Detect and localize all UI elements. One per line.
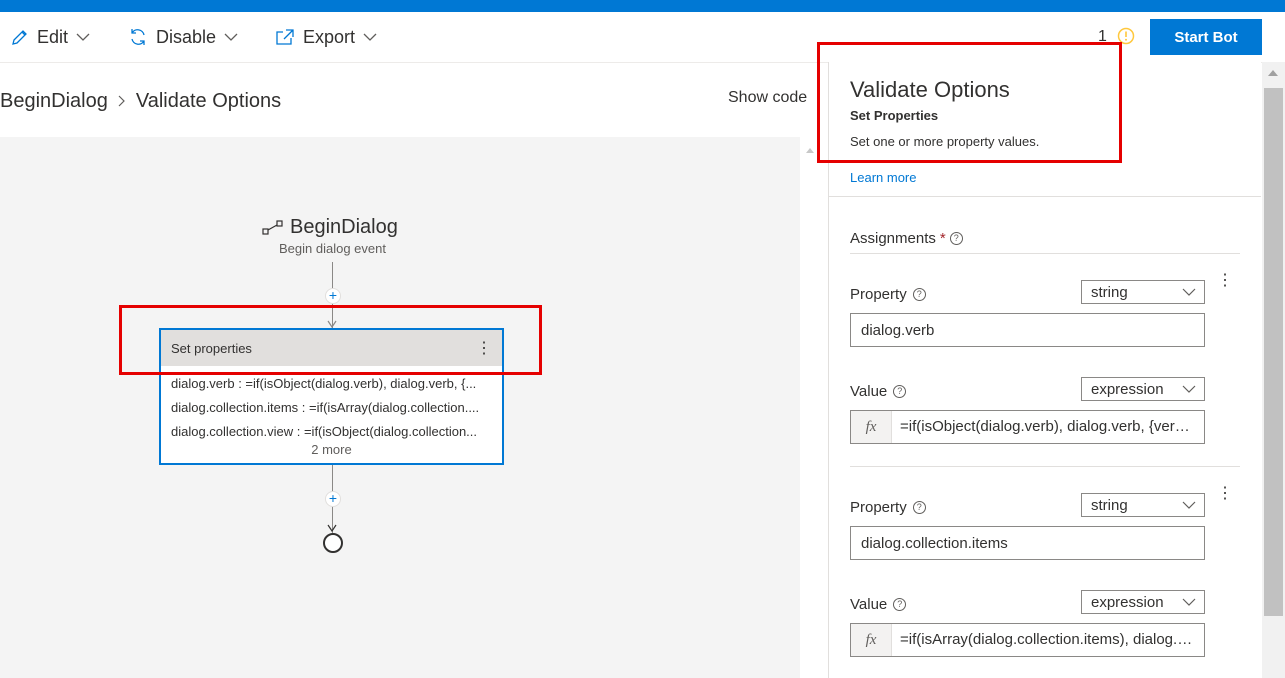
- card-assignment-line: dialog.collection.items : =if(isArray(di…: [171, 400, 480, 415]
- card-more-count: 2 more: [311, 442, 352, 457]
- card-assignment-line: dialog.collection.view : =if(isObject(di…: [171, 424, 478, 439]
- assignment-more-icon[interactable]: ⋮: [1217, 483, 1233, 503]
- add-action-plus-icon[interactable]: +: [325, 491, 341, 507]
- export-menu[interactable]: Export: [275, 25, 377, 49]
- chevron-down-icon: [1182, 501, 1196, 509]
- panel-title: Validate Options: [850, 77, 1010, 102]
- trigger-subtitle: Begin dialog event: [279, 241, 386, 256]
- start-bot-button[interactable]: Start Bot: [1150, 19, 1262, 55]
- property-label-text: Property: [850, 286, 907, 303]
- panel-description: Set one or more property values.: [850, 134, 1040, 149]
- notification-count[interactable]: 1: [1098, 28, 1107, 46]
- scrollbar-thumb[interactable]: [1264, 88, 1283, 616]
- arrow-down-icon: [327, 524, 337, 532]
- chevron-down-icon: [363, 33, 377, 41]
- property-input[interactable]: [850, 313, 1205, 347]
- disable-label: Disable: [156, 26, 217, 47]
- separator: [850, 253, 1240, 254]
- value-label-text: Value: [850, 596, 888, 613]
- export-icon: [276, 29, 294, 45]
- trigger-node[interactable]: BeginDialog: [262, 216, 398, 239]
- refresh-icon: [131, 29, 145, 45]
- flow-trigger-icon: [262, 219, 283, 235]
- help-icon[interactable]: ?: [893, 598, 907, 611]
- card-header: Set properties ⋮: [161, 330, 502, 366]
- help-icon[interactable]: ?: [912, 288, 926, 301]
- trigger-title: BeginDialog: [290, 216, 398, 238]
- warning-icon[interactable]: [1117, 27, 1135, 45]
- panel-subtitle: Set Properties: [850, 108, 939, 123]
- property-label: Property ?: [850, 286, 926, 303]
- help-icon[interactable]: ?: [949, 232, 963, 245]
- add-action-plus-icon[interactable]: +: [325, 288, 341, 304]
- value-type-value: expression: [1091, 593, 1164, 611]
- separator: [850, 466, 1240, 467]
- edit-menu[interactable]: Edit: [11, 25, 90, 49]
- value-type-select[interactable]: expression: [1081, 377, 1205, 401]
- required-mark: *: [939, 230, 946, 247]
- export-label: Export: [303, 26, 356, 47]
- value-expression-text: =if(isObject(dialog.verb), dialog.verb, …: [900, 418, 1204, 435]
- value-expression-input[interactable]: fx =if(isArray(dialog.collection.items),…: [850, 623, 1205, 657]
- disable-menu[interactable]: Disable: [128, 25, 238, 49]
- chevron-down-icon: [1182, 598, 1196, 606]
- value-expression-text: =if(isArray(dialog.collection.items), di…: [900, 631, 1204, 648]
- value-type-select[interactable]: expression: [1081, 590, 1205, 614]
- value-expression-input[interactable]: fx =if(isObject(dialog.verb), dialog.ver…: [850, 410, 1205, 444]
- property-type-value: string: [1091, 496, 1128, 514]
- assignment-more-icon[interactable]: ⋮: [1217, 270, 1233, 290]
- show-code-link[interactable]: Show code: [728, 89, 807, 107]
- chevron-down-icon: [1182, 385, 1196, 393]
- card-title: Set properties: [171, 340, 252, 356]
- value-label: Value ?: [850, 383, 907, 400]
- chevron-down-icon: [1182, 288, 1196, 296]
- property-label: Property ?: [850, 499, 926, 516]
- card-assignment-line: dialog.verb : =if(isObject(dialog.verb),…: [171, 376, 477, 391]
- edit-label: Edit: [37, 26, 69, 47]
- arrow-down-icon: [327, 320, 337, 328]
- assignments-text: Assignments: [850, 230, 936, 247]
- toolbar: Edit Disable Export 1 Start Bot: [0, 12, 1285, 63]
- end-node-circle: [323, 533, 343, 553]
- breadcrumb-item-current: Validate Options: [135, 89, 282, 112]
- chevron-right-icon: [118, 90, 126, 113]
- property-input[interactable]: [850, 526, 1205, 560]
- scroll-up-icon[interactable]: [1268, 70, 1278, 76]
- property-type-value: string: [1091, 283, 1128, 301]
- assignments-label: Assignments * ?: [850, 230, 963, 247]
- properties-panel: Validate Options Set Properties Set one …: [828, 62, 1261, 678]
- value-label-text: Value: [850, 383, 888, 400]
- property-type-select[interactable]: string: [1081, 280, 1205, 304]
- panel-divider: [829, 196, 1261, 197]
- set-properties-card[interactable]: Set properties ⋮ dialog.verb : =if(isObj…: [159, 328, 504, 465]
- breadcrumb-item-begindialog[interactable]: BeginDialog: [0, 90, 108, 113]
- property-type-select[interactable]: string: [1081, 493, 1205, 517]
- help-icon[interactable]: ?: [893, 385, 907, 398]
- fx-icon: fx: [851, 624, 892, 656]
- chevron-down-icon: [224, 33, 238, 41]
- more-options-icon[interactable]: ⋮: [476, 338, 492, 358]
- property-label-text: Property: [850, 499, 907, 516]
- help-icon[interactable]: ?: [912, 501, 926, 514]
- breadcrumb: BeginDialog Validate Options: [0, 88, 281, 114]
- value-type-value: expression: [1091, 380, 1164, 398]
- top-accent-bar: [0, 0, 1285, 12]
- pencil-icon: [12, 30, 27, 45]
- learn-more-link[interactable]: Learn more: [850, 170, 916, 185]
- value-label: Value ?: [850, 596, 907, 613]
- fx-icon: fx: [851, 411, 892, 443]
- scroll-up-icon[interactable]: [806, 148, 814, 153]
- chevron-down-icon: [76, 33, 90, 41]
